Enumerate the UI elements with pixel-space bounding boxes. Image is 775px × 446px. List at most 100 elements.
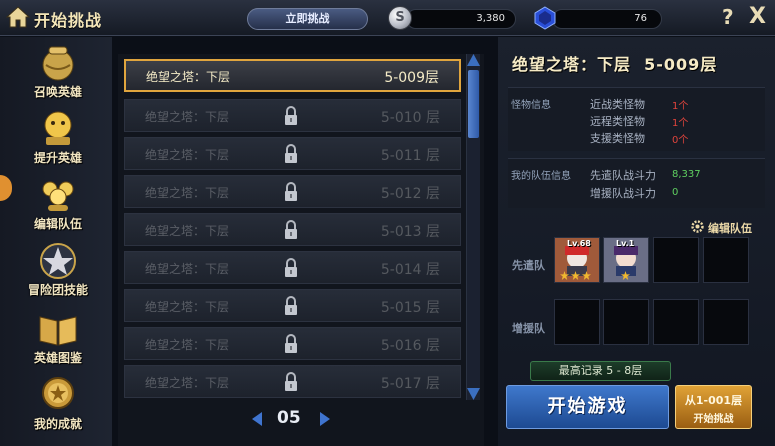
menu-label: 英雄图鉴 xyxy=(33,351,82,365)
reinforce-slot-1[interactable] xyxy=(554,299,600,345)
floor-number: 5-013 层 xyxy=(380,224,440,240)
vanguard-slot-4[interactable] xyxy=(703,237,749,283)
book-icon xyxy=(39,316,77,346)
start-from-first-line2: 开始挑战 xyxy=(693,414,734,425)
medal-icon xyxy=(42,377,74,409)
floor-number: 5-010 层 xyxy=(380,110,440,126)
floor-row-2[interactable]: 绝望之塔：下层 5-010 层 xyxy=(124,99,461,132)
page-number: 05 xyxy=(277,408,301,428)
floor-row-1[interactable]: 绝望之塔：下层 5-009层 xyxy=(124,59,461,92)
hero-portrait-icon xyxy=(565,246,589,276)
scroll-thumb[interactable] xyxy=(468,70,479,138)
floor-number: 5-012 层 xyxy=(380,186,440,202)
menu-label: 提升英雄 xyxy=(33,151,82,165)
top-bar: 开始挑战 立即挑战 3,380 S 76 ? X xyxy=(0,0,775,36)
vanguard-slot-3[interactable] xyxy=(653,237,699,283)
lock-icon xyxy=(285,296,297,315)
menu-summon-hero[interactable]: 召唤英雄 xyxy=(8,43,108,107)
skill-star-icon xyxy=(40,243,76,279)
floor-row-6[interactable]: 绝望之塔：下层 5-014 层 xyxy=(124,251,461,284)
floor-list-scrollbar[interactable] xyxy=(466,54,480,400)
floor-number: 5-011 层 xyxy=(380,148,440,164)
menu-label: 冒险团技能 xyxy=(27,283,88,297)
lock-icon xyxy=(285,220,297,239)
vanguard-label: 先遣队 xyxy=(512,259,545,272)
reinforce-slot-4[interactable] xyxy=(703,299,749,345)
reinforce-power-value: 0 xyxy=(672,187,679,198)
monster-info-section: 怪物信息 近战类怪物 1个 远程类怪物 1个 支援类怪物 0个 xyxy=(508,87,765,151)
edit-team-button[interactable]: 编辑队伍 xyxy=(708,220,752,236)
home-icon[interactable] xyxy=(6,6,30,28)
blue-gem-icon xyxy=(534,6,556,30)
lock-icon xyxy=(285,144,297,163)
team-icon xyxy=(42,181,74,211)
best-record: 最高记录 5 - 8层 xyxy=(530,361,671,381)
floor-name: 绝望之塔：下层 xyxy=(145,224,230,238)
detail-title: 绝望之塔：下层 5-009层 xyxy=(512,55,718,74)
menu-edit-team[interactable]: 编辑队伍 xyxy=(8,175,108,239)
silver-coin-icon: S xyxy=(388,6,412,30)
floor-row-3[interactable]: 绝望之塔：下层 5-011 层 xyxy=(124,137,461,170)
left-menu: 召唤英雄 提升英雄 编辑队伍 冒险团技能 英雄图鉴 我的成就 xyxy=(0,37,112,446)
floor-row-8[interactable]: 绝望之塔：下层 5-016 层 xyxy=(124,327,461,360)
levelup-icon xyxy=(44,111,72,145)
page-title: 开始挑战 xyxy=(34,11,103,30)
scroll-up-arrow-icon[interactable] xyxy=(467,54,480,66)
lock-icon xyxy=(285,258,297,277)
monster-info-label: 怪物信息 xyxy=(511,100,551,111)
floor-row-9[interactable]: 绝望之塔：下层 5-017 层 xyxy=(124,365,461,398)
challenge-now-button[interactable]: 立即挑战 xyxy=(247,8,368,30)
summon-jar-icon xyxy=(42,46,74,81)
menu-hero-codex[interactable]: 英雄图鉴 xyxy=(8,309,108,373)
coin-balance: 3,380 xyxy=(406,9,516,29)
floor-detail-panel: 绝望之塔：下层 5-009层 怪物信息 近战类怪物 1个 远程类怪物 1个 支援… xyxy=(498,37,775,446)
floor-name: 绝望之塔：下层 xyxy=(146,70,231,84)
menu-upgrade-hero[interactable]: 提升英雄 xyxy=(8,109,108,173)
floor-row-5[interactable]: 绝望之塔：下层 5-013 层 xyxy=(124,213,461,246)
reinforce-label: 增援队 xyxy=(512,322,545,335)
scroll-down-arrow-icon[interactable] xyxy=(467,388,480,400)
monster-count: 1个 xyxy=(672,118,689,129)
vanguard-slot-1[interactable]: Lv.68 xyxy=(554,237,600,283)
menu-label: 我的成就 xyxy=(33,417,82,431)
vanguard-power-value: 8,337 xyxy=(672,169,701,180)
floor-number: 5-017 层 xyxy=(380,376,440,392)
floor-row-7[interactable]: 绝望之塔：下层 5-015 层 xyxy=(124,289,461,322)
floor-number: 5-014 层 xyxy=(380,262,440,278)
reinforce-slot-3[interactable] xyxy=(653,299,699,345)
start-from-first-line1: 从1-001层 xyxy=(684,394,743,407)
page-selector: 05 xyxy=(247,406,337,432)
close-button[interactable]: X xyxy=(749,4,766,29)
next-page-arrow-icon[interactable] xyxy=(320,412,330,426)
monster-type-label: 远程类怪物 xyxy=(590,115,645,128)
reinforce-power-label: 增援队战斗力 xyxy=(590,187,656,200)
floor-number: 5-015 层 xyxy=(380,300,440,316)
floor-name: 绝望之塔：下层 xyxy=(145,376,230,390)
team-info-label: 我的队伍信息 xyxy=(511,171,571,182)
floor-name: 绝望之塔：下层 xyxy=(145,148,230,162)
reinforce-slot-2[interactable] xyxy=(603,299,649,345)
hero-portrait-icon xyxy=(614,246,638,276)
floor-name: 绝望之塔：下层 xyxy=(145,300,230,314)
menu-adventure-skills[interactable]: 冒险团技能 xyxy=(8,241,108,305)
lock-icon xyxy=(285,334,297,353)
vanguard-slot-2[interactable]: Lv.1 xyxy=(603,237,649,283)
monster-count: 1个 xyxy=(672,101,689,112)
floor-name: 绝望之塔：下层 xyxy=(145,262,230,276)
gem-balance: 76 xyxy=(552,9,662,29)
monster-type-label: 近战类怪物 xyxy=(590,98,645,111)
vanguard-power-label: 先遣队战斗力 xyxy=(590,169,656,182)
gear-icon[interactable] xyxy=(691,220,704,233)
team-info-section: 我的队伍信息 先遣队战斗力 8,337 增援队战斗力 0 xyxy=(508,158,765,208)
lock-icon xyxy=(285,372,297,391)
start-from-first-button[interactable]: 从1-001层 开始挑战 xyxy=(675,385,752,429)
hero-level: Lv.1 xyxy=(616,239,635,248)
start-game-button[interactable]: 开始游戏 xyxy=(506,385,669,429)
menu-label: 编辑队伍 xyxy=(33,217,82,231)
prev-page-arrow-icon[interactable] xyxy=(252,412,262,426)
floor-name: 绝望之塔：下层 xyxy=(145,186,230,200)
menu-achievements[interactable]: 我的成就 xyxy=(8,375,108,439)
help-button[interactable]: ? xyxy=(722,5,734,29)
floor-number: 5-009层 xyxy=(384,70,439,86)
floor-row-4[interactable]: 绝望之塔：下层 5-012 层 xyxy=(124,175,461,208)
